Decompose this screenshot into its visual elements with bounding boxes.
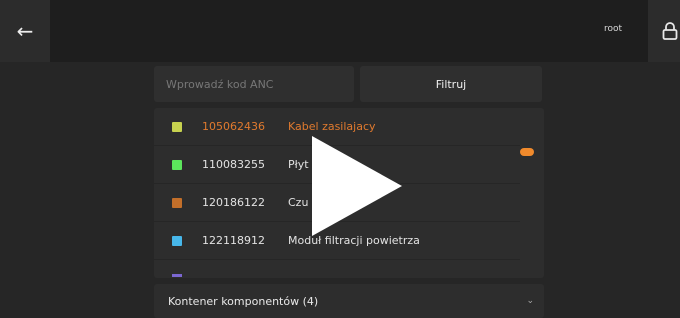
- color-swatch: [172, 159, 182, 170]
- item-code: 120186122: [202, 196, 265, 209]
- anc-code-input[interactable]: [154, 66, 354, 102]
- scrollbar-thumb[interactable]: [520, 148, 534, 156]
- lock-button[interactable]: [648, 0, 680, 62]
- back-button[interactable]: ←: [0, 0, 50, 62]
- user-name: root: [603, 24, 622, 34]
- search-row: Filtruj: [154, 66, 544, 102]
- scrollbar[interactable]: [520, 108, 534, 258]
- color-swatch: [172, 197, 182, 208]
- component-container-dropdown[interactable]: Kontener komponentów (4) ⌄: [154, 284, 544, 318]
- item-code: 122118912: [202, 234, 265, 247]
- play-icon[interactable]: [306, 132, 406, 240]
- partial-list-item-swatch: [172, 274, 182, 277]
- back-arrow-icon: ←: [16, 19, 34, 43]
- container-label: Kontener komponentów (4): [168, 294, 319, 308]
- item-code: 110083255: [202, 158, 265, 171]
- chevron-down-icon: ⌄: [526, 296, 534, 306]
- filter-button[interactable]: Filtruj: [360, 66, 542, 102]
- color-swatch: [172, 121, 182, 132]
- lock-icon: [662, 22, 678, 40]
- top-bar: ← root: [0, 0, 680, 62]
- color-swatch: [172, 235, 182, 246]
- item-code: 105062436: [202, 120, 265, 133]
